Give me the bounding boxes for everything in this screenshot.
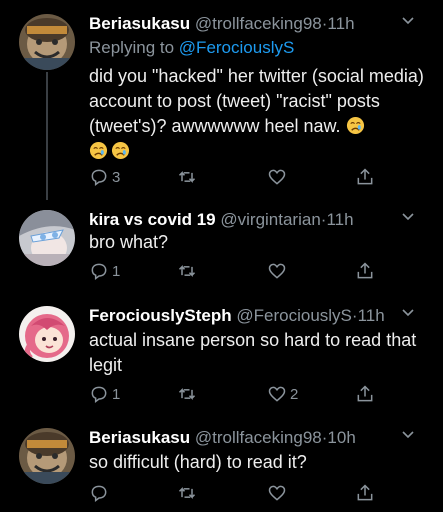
display-name[interactable]: Beriasukasu [89,428,190,447]
pink-hair-avatar-icon [19,306,75,362]
tweet-text-content: actual insane person so hard to read tha… [89,330,417,375]
reply-icon [91,263,107,280]
share-icon [357,484,373,501]
replying-handle-link[interactable]: @FerociouslyS [179,38,295,57]
like-button[interactable] [267,166,290,188]
tweet-1[interactable]: Beriasukasu @trollfaceking98·11h Replyin… [0,0,443,200]
share-icon [357,262,373,279]
tweet-actions: 1 [89,260,389,282]
crying-face-icon [111,141,130,160]
avatar[interactable] [19,306,75,362]
like-button[interactable] [267,482,290,504]
reply-button[interactable]: 3 [89,166,120,188]
retweet-icon [178,487,196,499]
chevron-down-icon[interactable] [401,210,415,224]
display-name[interactable]: Beriasukasu [89,14,190,33]
tweet-text-content: did you "hacked" her twitter (social med… [89,66,424,136]
reply-icon [91,386,107,403]
reply-count: 1 [112,385,121,403]
tweet-text: did you "hacked" her twitter (social med… [89,64,429,164]
timestamp[interactable]: 10h [327,428,355,447]
tweet-actions: 1 2 [89,383,389,405]
heart-icon [268,263,286,279]
share-icon [357,168,373,185]
handle[interactable]: @trollfaceking98 [195,428,322,447]
tweet-header: kira vs covid 19 @virgintarian·11h [89,210,433,230]
replying-to: Replying to @FerociouslyS [89,38,294,58]
reply-button[interactable]: 1 [89,383,120,405]
chevron-down-icon[interactable] [401,306,415,320]
heart-icon [268,169,286,185]
retweet-button[interactable] [177,482,200,504]
timestamp[interactable]: 11h [358,306,385,325]
tweet-text-content: bro what? [89,232,169,252]
reply-count: 1 [112,262,121,280]
crying-face-icon [89,141,108,160]
chevron-down-icon[interactable] [401,428,415,442]
tweet-header: FerociouslySteph @FerociouslyS·11h [89,306,433,326]
retweet-icon [178,388,196,400]
tweet-text: actual insane person so hard to read tha… [89,328,429,378]
reply-icon [91,169,107,186]
retweet-button[interactable] [177,260,200,282]
retweet-button[interactable] [177,383,200,405]
tweet-text: so difficult (hard) to read it? [89,450,429,475]
handle[interactable]: @FerociouslyS [236,306,352,325]
avatar[interactable] [19,428,75,484]
reply-icon [91,485,107,502]
handle[interactable]: @virgintarian [220,210,320,229]
troll-face-avatar-icon [19,428,75,484]
tweet-3[interactable]: FerociouslySteph @FerociouslyS·11h actua… [0,296,443,416]
replying-prefix: Replying to [89,38,175,57]
share-button[interactable] [355,482,375,504]
handle[interactable]: @trollfaceking98 [195,14,322,33]
timestamp[interactable]: 11h [327,14,354,33]
tweet-actions [89,482,389,504]
crying-face-icon [346,116,364,135]
tweet-header: Beriasukasu @trollfaceking98·10h [89,428,433,448]
reply-button[interactable]: 1 [89,260,120,282]
like-count: 2 [290,385,299,403]
like-button[interactable] [267,260,290,282]
display-name[interactable]: FerociouslySteph [89,306,232,325]
share-button[interactable] [355,260,375,282]
share-icon [357,385,373,402]
heart-icon [268,386,286,402]
reply-button[interactable] [89,482,112,504]
tweet-text: bro what? [89,230,429,255]
share-button[interactable] [355,383,375,405]
heart-icon [268,485,286,501]
reply-count: 3 [112,168,121,186]
tweet-2[interactable]: kira vs covid 19 @virgintarian·11h bro w… [0,200,443,292]
retweet-button[interactable] [177,166,200,188]
like-button[interactable]: 2 [267,383,298,405]
retweet-icon [178,265,196,277]
retweet-icon [178,171,196,183]
avatar[interactable] [19,210,75,266]
chevron-down-icon[interactable] [401,14,415,28]
troll-face-avatar-icon [19,14,75,70]
avatar[interactable] [19,14,75,70]
tweet-text-content: so difficult (hard) to read it? [89,452,307,472]
display-name[interactable]: kira vs covid 19 [89,210,216,229]
timestamp[interactable]: 11h [326,210,353,229]
thread-line [46,72,48,200]
tweet-thread: Beriasukasu @trollfaceking98·11h Replyin… [0,0,443,512]
anime-girl-avatar-icon [19,210,75,266]
tweet-actions: 3 [89,166,389,188]
tweet-4[interactable]: Beriasukasu @trollfaceking98·10h so diff… [0,416,443,512]
share-button[interactable] [355,166,375,188]
tweet-header: Beriasukasu @trollfaceking98·11h [89,14,433,34]
